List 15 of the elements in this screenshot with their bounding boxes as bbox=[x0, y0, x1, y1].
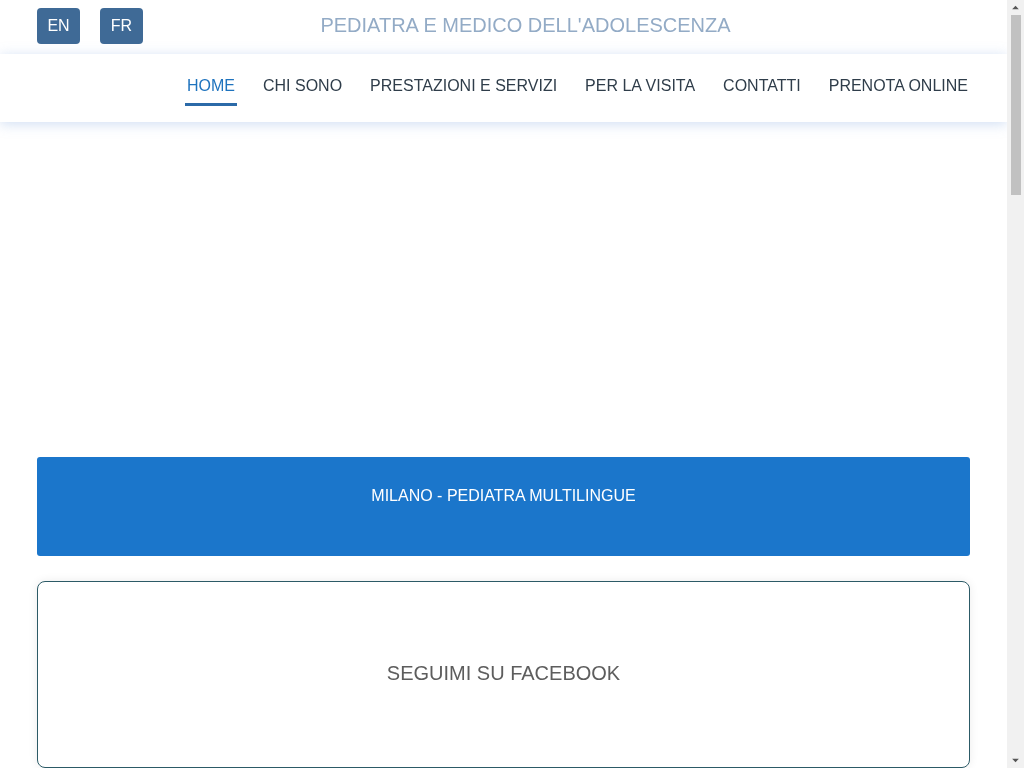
scroll-down-icon[interactable] bbox=[1012, 758, 1019, 763]
nav-link[interactable]: CHI SONO bbox=[261, 69, 345, 107]
scrollbar[interactable] bbox=[1007, 0, 1024, 768]
nav-link[interactable]: CONTATTI bbox=[721, 69, 803, 107]
banner-title: MILANO - PEDIATRA MULTILINGUE bbox=[371, 487, 636, 507]
nav-link[interactable]: PRESTAZIONI E SERVIZI bbox=[368, 69, 560, 107]
scroll-up-icon[interactable] bbox=[1012, 5, 1019, 10]
language-button[interactable]: EN bbox=[37, 7, 80, 44]
scrollbar-thumb[interactable] bbox=[1010, 15, 1021, 195]
nav-link[interactable]: HOME bbox=[185, 69, 237, 107]
nav-link[interactable]: PRENOTA ONLINE bbox=[826, 69, 970, 107]
language-button[interactable]: FR bbox=[100, 7, 143, 44]
nav-link[interactable]: PER LA VISITA bbox=[583, 69, 698, 107]
card-title: SEGUIMI SU FACEBOOK bbox=[386, 661, 621, 686]
tagline: PEDIATRA E MEDICO DELL'ADOLESCENZA bbox=[319, 14, 732, 38]
